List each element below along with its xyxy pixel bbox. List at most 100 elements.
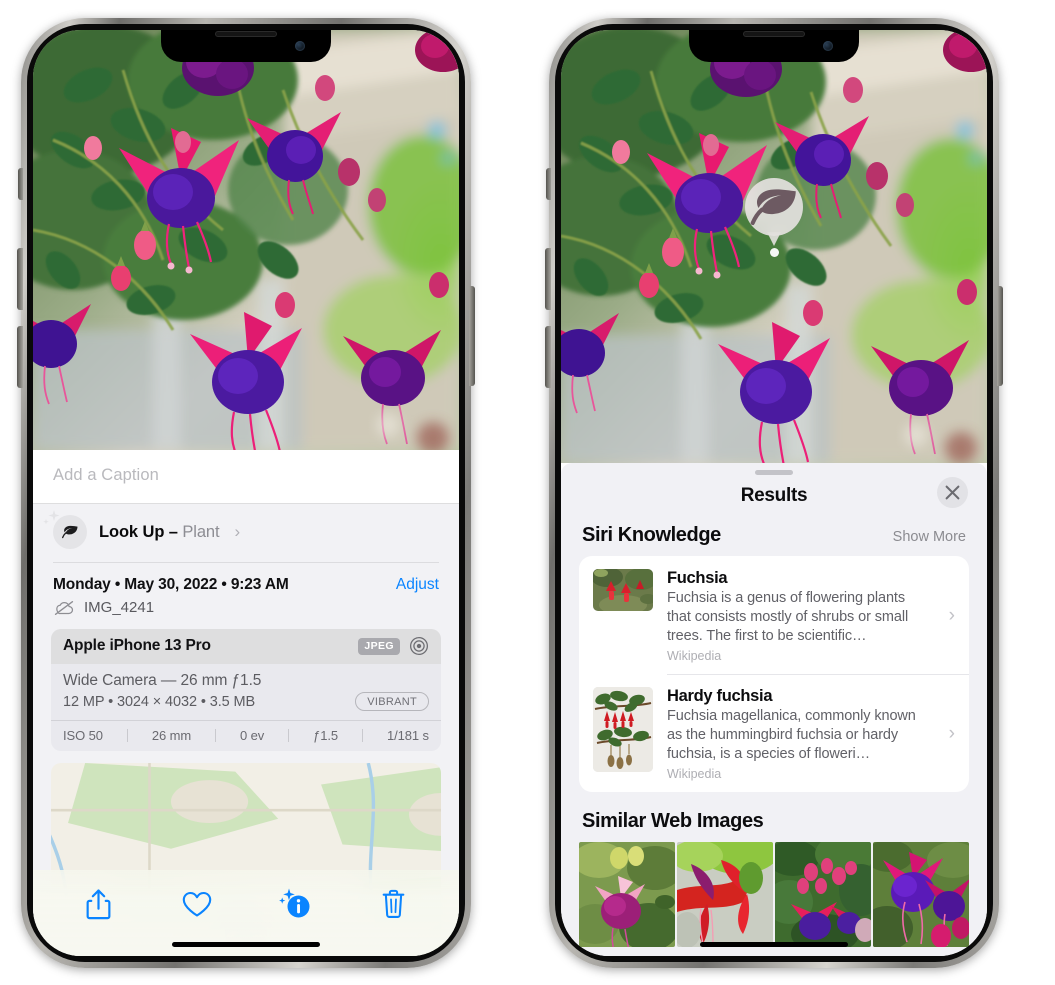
exif-shutter: 1/181 s [386,728,429,743]
exif-focal: 26 mm [151,728,192,743]
left-phone-device: Add a Caption Look Up – Plant › Monday •… [17,18,475,968]
badge-anchor-dot [769,248,779,257]
look-up-label: Look Up – Plant [99,522,220,542]
show-more-button[interactable]: Show More [893,529,966,545]
knowledge-text: Hardy fuchsia Fuchsia magellanica, commo… [667,687,933,781]
results-header: Results [561,475,987,521]
section-title: Siri Knowledge [582,524,721,546]
sparkle-icon [43,510,60,525]
close-button[interactable] [937,477,968,508]
format-badge: JPEG [358,637,400,655]
volume-down-button[interactable] [17,326,23,388]
knowledge-title: Fuchsia [667,569,728,587]
results-title: Results [740,485,808,506]
file-row: IMG_4241 [33,594,459,629]
knowledge-item[interactable]: Fuchsia Fuchsia is a genus of flowering … [579,556,969,674]
home-indicator[interactable] [700,942,848,947]
share-button[interactable] [71,884,125,924]
look-up-prefix: Look Up – [99,522,183,541]
lens-line: Wide Camera — 26 mm ƒ1.5 [63,672,262,689]
close-icon [945,485,960,500]
caption-field-row[interactable]: Add a Caption [33,450,459,504]
front-camera-icon [295,41,305,51]
knowledge-item[interactable]: Hardy fuchsia Fuchsia magellanica, commo… [579,674,969,792]
power-button[interactable] [997,286,1003,386]
look-up-row[interactable]: Look Up – Plant › [33,504,459,562]
camera-header: Apple iPhone 13 Pro JPEG [51,629,441,664]
notch [161,30,331,62]
file-name: IMG_4241 [84,599,155,616]
exif-divider [126,729,128,742]
photo-date: Monday • May 30, 2022 • 9:23 AM [53,576,289,593]
info-sparkle-icon [279,888,310,918]
similar-web-images-title: Similar Web Images [582,810,764,832]
volume-up-button[interactable] [545,248,551,310]
photo-view[interactable] [33,30,459,450]
exif-aperture: ƒ1.5 [313,728,338,743]
knowledge-title: Hardy fuchsia [667,687,773,705]
delete-button[interactable] [367,884,421,924]
exif-row: ISO 50 26 mm 0 ev ƒ1.5 1/181 s [51,720,441,751]
knowledge-description: Fuchsia is a genus of flowering plants t… [667,590,909,644]
photographic-style-badge: VIBRANT [355,692,429,711]
knowledge-thumbnail [593,569,653,611]
exif-iso: ISO 50 [63,728,103,743]
look-up-subject: Plant [182,522,220,541]
knowledge-text: Fuchsia Fuchsia is a genus of flowering … [667,569,933,663]
exif-divider [361,729,363,742]
camera-model: Apple iPhone 13 Pro [63,637,211,654]
screenshot-stage: Add a Caption Look Up – Plant › Monday •… [0,0,1055,985]
silent-switch[interactable] [546,168,551,200]
right-phone-device: Results Siri Knowledge Show More Fuchsia… [545,18,1003,968]
knowledge-source: Wikipedia [667,767,722,781]
icloud-slash-icon [54,600,74,615]
knowledge-source: Wikipedia [667,649,722,663]
knowledge-card: Fuchsia Fuchsia is a genus of flowering … [579,556,969,792]
camera-body: Wide Camera — 26 mm ƒ1.5 12 MP • 3024 × … [51,664,441,720]
aperture-icon[interactable] [409,636,429,656]
caption-input[interactable]: Add a Caption [53,466,439,485]
chevron-right-icon: › [948,605,955,626]
volume-down-button[interactable] [545,326,551,388]
adjust-button[interactable]: Adjust [396,576,439,594]
visual-lookup-badge[interactable] [745,178,803,257]
home-indicator[interactable] [172,942,320,947]
photo-view[interactable] [561,30,987,463]
camera-info-card: Apple iPhone 13 Pro JPEG Wide Camera — 2… [51,629,441,751]
web-image-item[interactable] [677,842,773,947]
earpiece-speaker [215,31,277,37]
front-camera-icon [823,41,833,51]
similar-web-images-strip[interactable] [561,842,987,947]
earpiece-speaker [743,31,805,37]
leaf-icon [750,189,796,226]
leaf-chip [43,510,87,549]
photo-info-sheet: Add a Caption Look Up – Plant › Monday •… [33,450,459,956]
web-image-item[interactable] [775,842,871,947]
power-button[interactable] [469,286,475,386]
right-phone-screen: Results Siri Knowledge Show More Fuchsia… [561,30,987,956]
leaf-badge-circle[interactable] [745,178,803,236]
chevron-right-icon: › [948,723,955,744]
silent-switch[interactable] [18,168,23,200]
web-image-item[interactable] [579,842,675,947]
share-icon [86,888,111,919]
heart-icon [182,891,211,917]
siri-knowledge-header: Siri Knowledge Show More [561,521,987,556]
exif-divider [215,729,217,742]
leaf-icon [62,525,78,539]
results-sheet: Results Siri Knowledge Show More Fuchsia… [561,463,987,956]
knowledge-thumbnail [593,687,653,772]
web-image-item[interactable] [873,842,969,947]
size-line: 12 MP • 3024 × 4032 • 3.5 MB [63,693,256,710]
exif-divider [288,729,290,742]
volume-up-button[interactable] [17,248,23,310]
chevron-right-icon: › [234,522,241,541]
trash-icon [382,889,405,918]
date-row: Monday • May 30, 2022 • 9:23 AM Adjust [33,562,459,594]
favorite-button[interactable] [170,884,224,924]
info-button[interactable] [268,884,322,924]
exif-ev: 0 ev [239,728,265,743]
left-phone-screen: Add a Caption Look Up – Plant › Monday •… [33,30,459,956]
knowledge-description: Fuchsia magellanica, commonly known as t… [667,708,916,762]
notch [689,30,859,62]
